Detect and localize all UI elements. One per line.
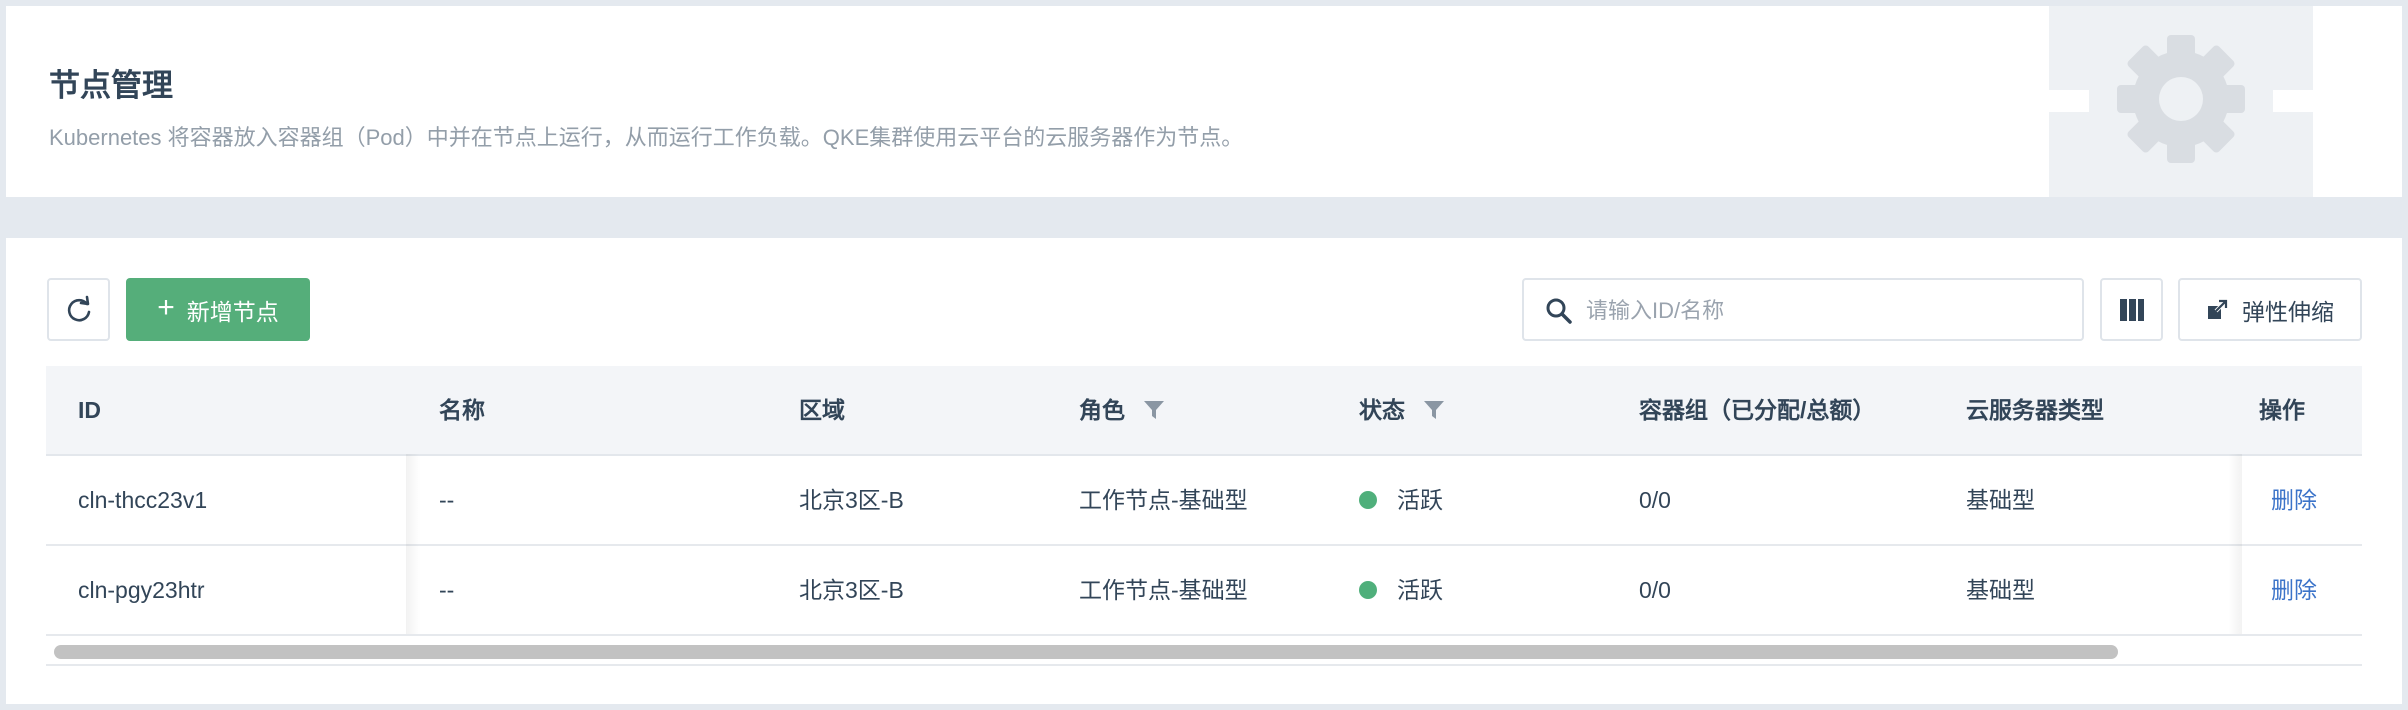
column-settings-button[interactable] bbox=[2100, 278, 2163, 341]
node-instance-type: 基础型 bbox=[1966, 487, 2035, 513]
node-instance-type: 基础型 bbox=[1966, 577, 2035, 603]
node-name: -- bbox=[439, 487, 455, 513]
refresh-button[interactable] bbox=[47, 278, 110, 341]
table-header: ID 名称 区域 角色 状态 容器组（已分配/总额） 云服务器类型 操作 bbox=[46, 366, 2362, 456]
scrollbar-thumb[interactable] bbox=[54, 645, 2118, 659]
status-active-icon bbox=[1359, 490, 1377, 509]
table-row: cln-pgy23htr -- 北京3区-B 工作节点-基础型 活跃 0/0 基… bbox=[46, 546, 2362, 636]
node-pods: 0/0 bbox=[1639, 577, 1671, 603]
auto-scaling-icon bbox=[2208, 298, 2228, 319]
add-node-button[interactable]: + 新增节点 bbox=[126, 278, 310, 341]
status-label: 活跃 bbox=[1397, 487, 1443, 513]
plus-icon: + bbox=[157, 291, 175, 324]
column-header-name: 名称 bbox=[439, 397, 485, 423]
illustration-notch-right bbox=[2273, 90, 2313, 112]
node-list-card: + 新增节点 弹性伸缩 ID 名称 区域 角色 bbox=[6, 238, 2402, 704]
column-header-id: ID bbox=[78, 397, 101, 423]
fixed-column-shadow-right bbox=[2228, 454, 2242, 634]
column-header-role: 角色 bbox=[1079, 366, 1165, 454]
auto-scaling-label: 弹性伸缩 bbox=[2242, 298, 2334, 325]
node-role: 工作节点-基础型 bbox=[1079, 487, 1248, 513]
column-header-actions: 操作 bbox=[2259, 397, 2305, 423]
table-row: cln-thcc23v1 -- 北京3区-B 工作节点-基础型 活跃 0/0 基… bbox=[46, 456, 2362, 546]
node-id: cln-pgy23htr bbox=[78, 577, 205, 603]
auto-scaling-button[interactable]: 弹性伸缩 bbox=[2178, 278, 2362, 341]
columns-icon bbox=[2119, 298, 2144, 321]
node-status: 活跃 bbox=[1359, 546, 1443, 634]
page-header-card: 节点管理 Kubernetes 将容器放入容器组（Pod）中并在节点上运行，从而… bbox=[6, 6, 2402, 197]
status-active-icon bbox=[1359, 580, 1377, 599]
node-role: 工作节点-基础型 bbox=[1079, 577, 1248, 603]
status-label: 活跃 bbox=[1397, 577, 1443, 603]
role-filter-icon[interactable] bbox=[1143, 400, 1165, 420]
horizontal-scrollbar[interactable] bbox=[46, 638, 2362, 666]
node-table: ID 名称 区域 角色 状态 容器组（已分配/总额） 云服务器类型 操作 cln… bbox=[46, 366, 2362, 636]
column-header-zone: 区域 bbox=[799, 397, 845, 423]
delete-node-link[interactable]: 删除 bbox=[2271, 546, 2317, 634]
column-header-status: 状态 bbox=[1359, 366, 1445, 454]
illustration-notch-left bbox=[2049, 90, 2089, 112]
node-pods: 0/0 bbox=[1639, 487, 1671, 513]
page-title: 节点管理 bbox=[49, 68, 173, 103]
delete-node-link[interactable]: 删除 bbox=[2271, 456, 2317, 544]
node-zone: 北京3区-B bbox=[799, 487, 904, 513]
node-name: -- bbox=[439, 577, 455, 603]
column-header-pods: 容器组（已分配/总额） bbox=[1639, 397, 1876, 423]
add-node-label: 新增节点 bbox=[186, 298, 279, 325]
search-box[interactable] bbox=[1522, 278, 2084, 341]
gear-icon bbox=[2117, 35, 2245, 163]
search-icon bbox=[1546, 298, 1572, 324]
search-input[interactable] bbox=[1584, 280, 2068, 341]
node-zone: 北京3区-B bbox=[799, 577, 904, 603]
node-id: cln-thcc23v1 bbox=[78, 487, 208, 513]
refresh-icon bbox=[67, 295, 90, 321]
status-filter-icon[interactable] bbox=[1423, 400, 1445, 420]
fixed-column-shadow-left bbox=[406, 454, 420, 634]
header-illustration bbox=[2049, 6, 2313, 197]
page-description: Kubernetes 将容器放入容器组（Pod）中并在节点上运行，从而运行工作负… bbox=[49, 125, 1244, 150]
node-status: 活跃 bbox=[1359, 456, 1443, 544]
column-header-instance-type: 云服务器类型 bbox=[1966, 397, 2104, 423]
